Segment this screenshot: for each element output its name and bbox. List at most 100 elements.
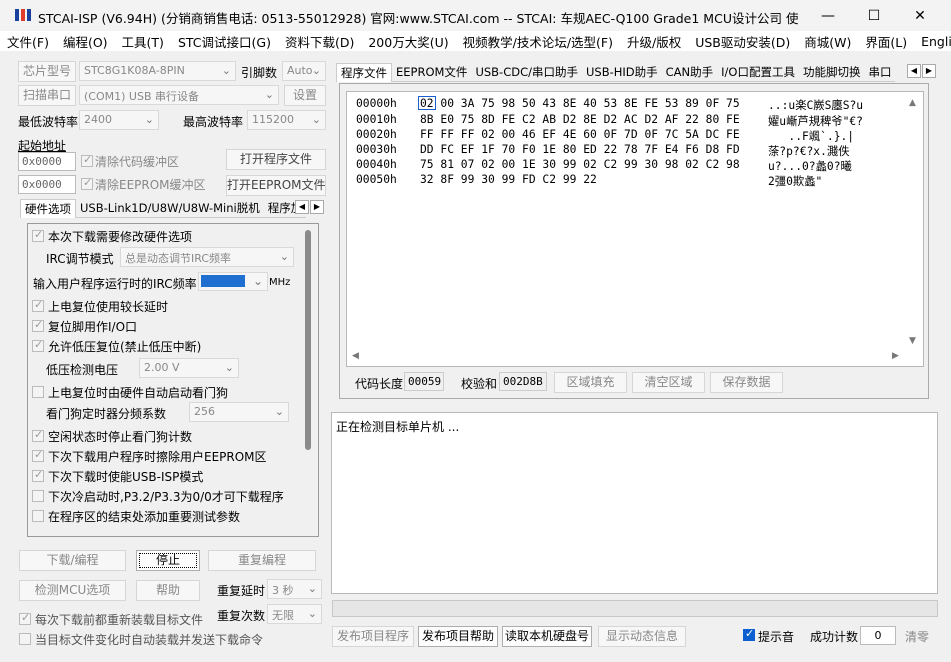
publish-program-button[interactable]: 发布项目程序 [332, 626, 414, 647]
menu-video[interactable]: 视频教学/技术论坛/选型(F) [456, 32, 620, 51]
scroll-down-icon[interactable]: ▼ [909, 336, 916, 346]
menu-tools[interactable]: 工具(T) [115, 32, 171, 51]
tab-scroll-right-button[interactable]: ▶ [310, 200, 324, 214]
reload-target-label: 每次下载前都重新装载目标文件 [35, 613, 204, 627]
tab-usb-hid[interactable]: USB-HID助手 [581, 63, 662, 82]
open-eeprom-file-button[interactable]: 打开EEPROM文件 [226, 175, 326, 196]
clear-eeprom-checkbox[interactable] [81, 176, 93, 190]
menu-debug[interactable]: STC调试接口(G) [171, 32, 278, 51]
scroll-up-icon[interactable]: ▲ [909, 98, 916, 108]
irc-frequency-selection [201, 275, 245, 287]
stop-button[interactable]: 停止 [136, 550, 200, 571]
idle-stop-watchdog-checkbox[interactable] [32, 428, 44, 442]
min-baud-select[interactable]: 2400 ⌄ [79, 110, 159, 130]
tab-pin-switch[interactable]: 功能脚切换 [798, 63, 865, 82]
menu-interface[interactable]: 界面(L) [858, 32, 914, 51]
menu-prize[interactable]: 200万大奖(U) [361, 32, 455, 51]
clear-count-button[interactable]: 清零 [905, 628, 929, 645]
hex-bytes: 8B E0 75 8D FE C2 AB D2 8E D2 AC D2 AF 2… [420, 113, 740, 126]
clear-region-button[interactable]: 清空区域 [632, 372, 705, 393]
long-reset-delay-checkbox[interactable] [32, 298, 44, 312]
tab-can[interactable]: CAN助手 [661, 63, 718, 82]
clear-code-checkbox[interactable] [81, 153, 93, 167]
beep-checkbox[interactable] [743, 627, 755, 641]
chevron-down-icon: ⌄ [311, 64, 321, 77]
settings-button[interactable]: 设置 [284, 85, 326, 106]
detect-mcu-button[interactable]: 检测MCU选项 [19, 580, 126, 601]
port-select[interactable]: (COM1) USB 串行设备 ⌄ [79, 85, 279, 105]
tab-program-file[interactable]: 程序文件 [336, 63, 392, 82]
pin-count-select[interactable]: Auto ⌄ [282, 61, 326, 81]
hex-bytes: 02 00 3A 75 98 50 43 8E 40 53 8E FE 53 8… [420, 97, 740, 110]
add-test-params-checkbox[interactable] [32, 510, 44, 522]
close-button[interactable]: ✕ [897, 0, 943, 31]
maximize-button[interactable]: ☐ [851, 0, 897, 31]
menu-file[interactable]: 文件(F) [0, 32, 56, 51]
hex-address: 00030h [356, 143, 397, 156]
hex-bytes: 75 81 07 02 00 1E 30 99 02 C2 99 30 98 0… [420, 158, 740, 171]
auto-send-checkbox[interactable] [19, 633, 31, 645]
scroll-left-icon[interactable]: ◀ [352, 351, 359, 361]
hex-address: 00000h [356, 97, 397, 110]
minimize-button[interactable]: — [805, 0, 851, 31]
erase-eeprom-checkbox[interactable] [32, 448, 44, 462]
tab-hardware-options[interactable]: 硬件选项 [20, 199, 76, 218]
chevron-down-icon: ⌄ [264, 88, 274, 101]
modify-hw-options-checkbox[interactable] [32, 228, 44, 242]
code-address-input[interactable]: 0x0000 [18, 152, 76, 171]
repeat-delay-select[interactable]: 3 秒 ⌄ [267, 579, 322, 599]
right-tab-scroll-left-button[interactable]: ◀ [907, 64, 921, 78]
cold-start-p32-checkbox[interactable] [32, 490, 44, 502]
watchdog-prescaler-select[interactable]: 256 ⌄ [189, 402, 289, 422]
tab-scroll-left-button[interactable]: ◀ [295, 200, 309, 214]
irc-frequency-select[interactable]: ⌄ [198, 272, 268, 291]
reset-pin-io-checkbox[interactable] [32, 318, 44, 332]
menu-program[interactable]: 编程(O) [56, 32, 115, 51]
hardware-options-scrollbar[interactable] [305, 230, 311, 450]
max-baud-value: 115200 [252, 113, 294, 126]
eeprom-address-input[interactable]: 0x0000 [18, 175, 76, 194]
right-tab-scroll-right-button[interactable]: ▶ [922, 64, 936, 78]
watchdog-prescaler-value: 256 [194, 405, 215, 418]
chevron-down-icon: ⌄ [307, 607, 317, 620]
tab-serial[interactable]: 串口 [864, 63, 896, 82]
max-baud-select[interactable]: 115200 ⌄ [247, 110, 326, 130]
chevron-down-icon: ⌄ [252, 274, 263, 288]
download-program-button[interactable]: 下载/编程 [19, 550, 126, 571]
publish-help-button[interactable]: 发布项目帮助 [418, 626, 498, 647]
menu-downloads[interactable]: 资料下载(D) [278, 32, 361, 51]
fill-region-button[interactable]: 区域填充 [554, 372, 627, 393]
usb-isp-checkbox[interactable] [32, 468, 44, 482]
status-log[interactable]: 正在检测目标单片机 ... [331, 412, 938, 594]
menu-store[interactable]: 商城(W) [797, 32, 858, 51]
reload-target-checkbox[interactable] [19, 611, 31, 625]
repeat-count-select[interactable]: 无限 ⌄ [267, 604, 322, 624]
menu-usb-driver[interactable]: USB驱动安装(D) [688, 32, 797, 51]
progress-bar [332, 600, 938, 617]
save-data-button[interactable]: 保存数据 [710, 372, 783, 393]
show-dynamic-info-button[interactable]: 显示动态信息 [598, 626, 686, 647]
auto-watchdog-label: 上电复位时由硬件自动启动看门狗 [48, 386, 229, 400]
reset-pin-io-label: 复位脚用作I/O口 [48, 320, 138, 334]
tab-io-config[interactable]: I/O口配置工具 [717, 63, 799, 82]
pin-count-label: 引脚数 [241, 66, 278, 80]
scan-port-button[interactable]: 扫描串口 [18, 85, 76, 106]
auto-watchdog-checkbox[interactable] [32, 386, 44, 398]
tab-eeprom-file[interactable]: EEPROM文件 [392, 63, 472, 82]
menu-upgrade[interactable]: 升级/版权 [620, 32, 688, 51]
tab-usb-link[interactable]: USB-Link1D/U8W/U8W-Mini脱机 [76, 199, 264, 218]
chevron-down-icon: ⌄ [307, 582, 317, 595]
irc-frequency-unit: MHz [269, 277, 291, 288]
tab-usb-cdc[interactable]: USB-CDC/串口助手 [471, 63, 582, 82]
menu-english[interactable]: English [914, 34, 951, 49]
scroll-right-icon[interactable]: ▶ [892, 351, 899, 361]
open-program-file-button[interactable]: 打开程序文件 [226, 149, 326, 170]
repeat-program-button[interactable]: 重复编程 [208, 550, 316, 571]
low-voltage-select[interactable]: 2.00 V ⌄ [139, 358, 239, 378]
low-voltage-reset-checkbox[interactable] [32, 338, 44, 352]
read-disk-id-button[interactable]: 读取本机硬盘号 [502, 626, 592, 647]
chip-model-select[interactable]: STC8G1K08A-8PIN ⌄ [79, 61, 236, 81]
irc-mode-select[interactable]: 总是动态调节IRC频率 ⌄ [120, 247, 294, 267]
help-button[interactable]: 帮助 [136, 580, 200, 601]
long-reset-delay-label: 上电复位使用较长延时 [48, 300, 169, 314]
